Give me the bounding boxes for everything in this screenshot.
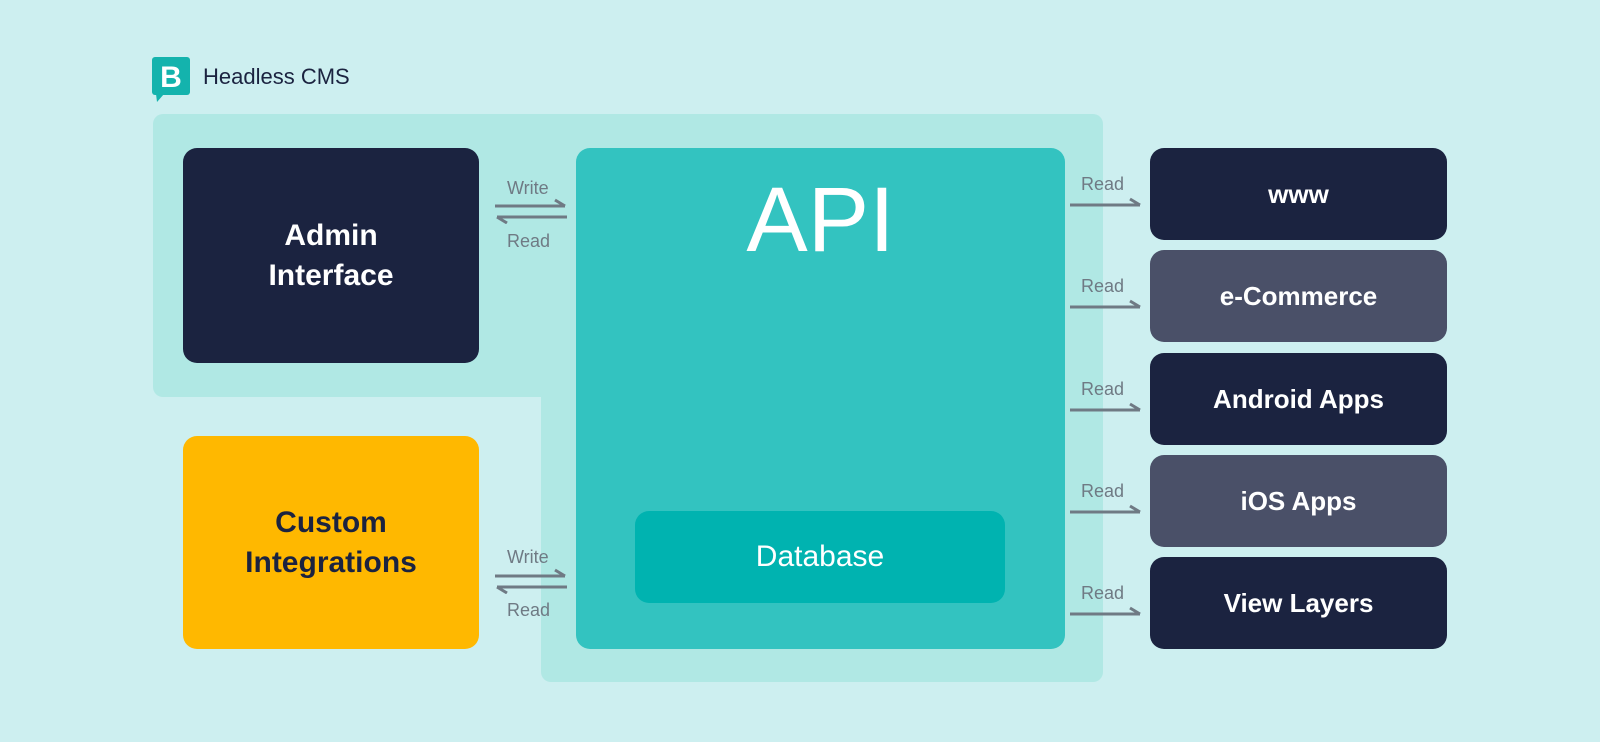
- right-arrow-icon: [1070, 299, 1141, 309]
- output-box: View Layers: [1150, 557, 1447, 649]
- admin-interface-box: Admin Interface: [183, 148, 479, 363]
- right-arrow-icon: [1070, 606, 1141, 616]
- output-read-label: Read: [1081, 379, 1125, 399]
- b-speech-bubble-icon: B: [152, 57, 190, 102]
- output-read-label: Read: [1081, 481, 1125, 501]
- output-box: iOS Apps: [1150, 455, 1447, 547]
- output-box: www: [1150, 148, 1447, 240]
- output-box: Android Apps: [1150, 353, 1447, 445]
- right-arrow-icon: [1070, 402, 1141, 412]
- admin-write-label: Write: [507, 178, 549, 198]
- custom-integrations-box: Custom Integrations: [183, 436, 479, 649]
- output-read-label: Read: [1081, 583, 1125, 603]
- right-arrow-icon: [1070, 197, 1141, 207]
- api-label: API: [746, 169, 895, 271]
- write-read-arrows-icon: [495, 568, 567, 594]
- output-box: e-Commerce: [1150, 250, 1447, 342]
- write-read-arrows-icon: [495, 198, 567, 224]
- header-title: Headless CMS: [203, 64, 350, 89]
- database-box: Database: [635, 511, 1005, 603]
- custom-read-label: Read: [507, 600, 551, 620]
- output-read-label: Read: [1081, 276, 1125, 296]
- svg-text:B: B: [160, 61, 182, 94]
- admin-read-label: Read: [507, 231, 551, 251]
- output-read-label: Read: [1081, 174, 1125, 194]
- right-arrow-icon: [1070, 504, 1141, 514]
- custom-write-label: Write: [507, 547, 549, 567]
